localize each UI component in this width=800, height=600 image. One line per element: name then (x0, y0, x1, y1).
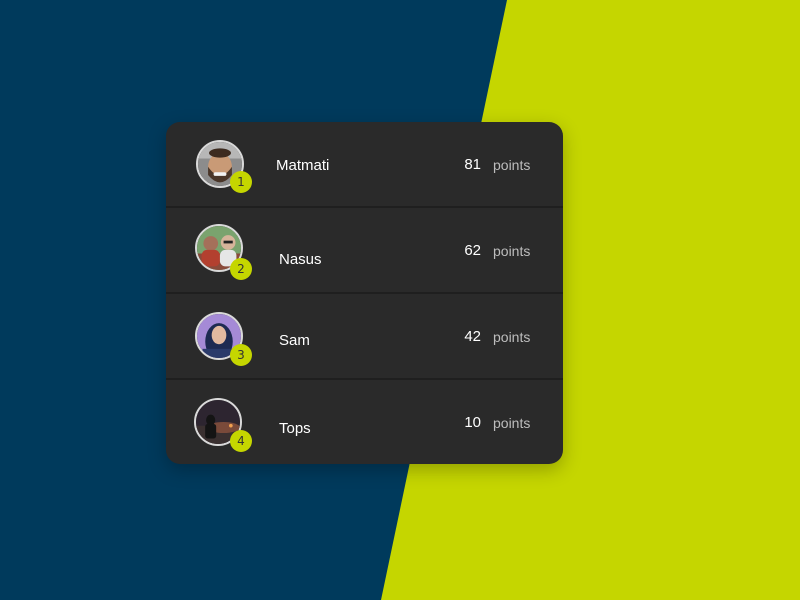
player-score: 10 (464, 414, 481, 431)
leaderboard-card: 1 Matmati 81 points 2 Nasus 62 points 3 … (166, 122, 563, 464)
points-label: points (493, 157, 531, 173)
leaderboard-row[interactable]: 3 Sam 42 points (166, 294, 563, 379)
points-label: points (493, 243, 531, 259)
player-score: 42 (464, 328, 481, 345)
player-name: Tops (279, 420, 311, 437)
rank-badge: 3 (230, 344, 252, 366)
leaderboard-row[interactable]: 1 Matmati 81 points (166, 122, 563, 207)
rank-badge: 2 (230, 258, 252, 280)
player-score: 62 (464, 242, 481, 259)
points-label: points (493, 329, 531, 345)
rank-badge: 4 (230, 430, 252, 452)
player-score: 81 (464, 156, 481, 173)
rank-badge: 1 (230, 171, 252, 193)
leaderboard-row[interactable]: 4 Tops 10 points (166, 380, 563, 464)
player-name: Nasus (279, 251, 322, 268)
leaderboard-row[interactable]: 2 Nasus 62 points (166, 208, 563, 293)
player-name: Matmati (276, 157, 330, 174)
player-name: Sam (279, 332, 310, 349)
points-label: points (493, 415, 531, 431)
